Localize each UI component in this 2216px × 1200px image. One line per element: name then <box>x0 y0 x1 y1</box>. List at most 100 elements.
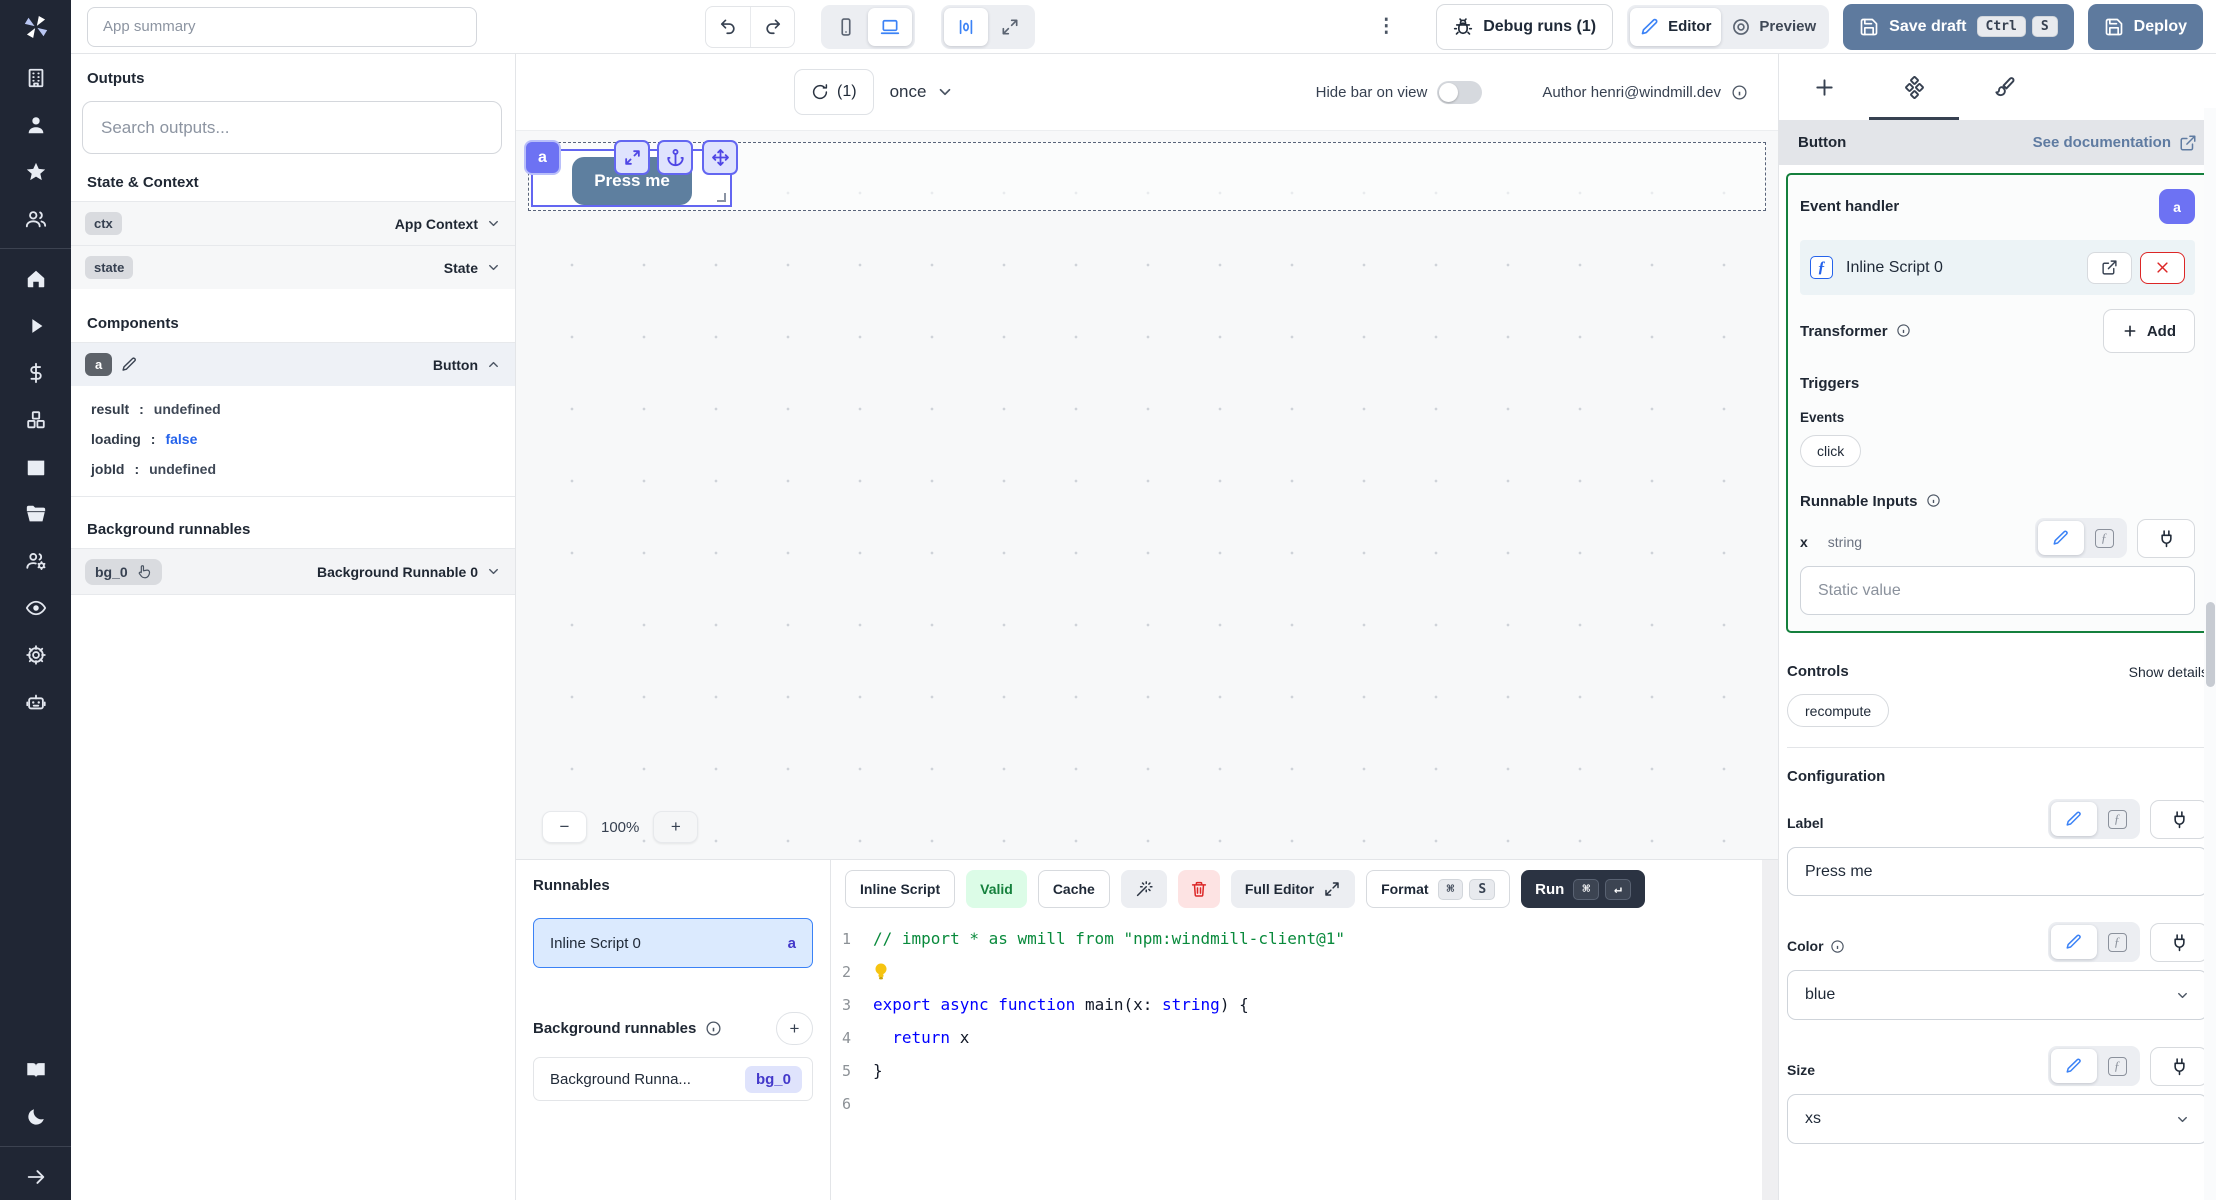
undo-button[interactable] <box>706 7 750 47</box>
recompute-pill[interactable]: recompute <box>1787 694 1890 727</box>
full-editor-button[interactable]: Full Editor <box>1230 870 1356 908</box>
component-selection-row[interactable]: a Press me <box>524 140 1766 211</box>
connect-input-button[interactable] <box>2150 800 2208 839</box>
editor-scrollbar[interactable] <box>1762 860 1778 1200</box>
delete-script-button[interactable] <box>1177 870 1220 908</box>
mobile-view-button[interactable] <box>824 8 868 46</box>
add-background-runnable-button[interactable]: + <box>776 1012 813 1045</box>
show-details-link[interactable]: Show details <box>2129 664 2208 680</box>
rename-pencil-icon[interactable] <box>121 356 138 373</box>
app-summary-input[interactable] <box>87 6 477 47</box>
see-documentation-link[interactable]: See documentation <box>2033 134 2197 152</box>
windmill-logo[interactable] <box>0 0 71 54</box>
refresh-button[interactable]: (1) <box>794 69 874 115</box>
label-value-input[interactable] <box>1787 847 2208 896</box>
static-mode-button[interactable] <box>2051 802 2097 836</box>
event-handler-script-row[interactable]: ƒ Inline Script 0 <box>1800 240 2195 295</box>
expand-component-button[interactable] <box>614 140 650 175</box>
sidebar-item-workers[interactable] <box>0 537 71 584</box>
sidebar-item-variables[interactable] <box>0 349 71 396</box>
sidebar-item-resources[interactable] <box>0 396 71 443</box>
state-row[interactable]: state State <box>71 245 515 289</box>
code-line[interactable]: 5} <box>831 1054 1778 1087</box>
format-button[interactable]: Format ⌘ S <box>1366 870 1511 908</box>
fullwidth-layout-button[interactable] <box>988 8 1032 46</box>
prop-jobid[interactable]: jobId: undefined <box>91 454 515 484</box>
info-icon[interactable] <box>1731 84 1748 101</box>
app-canvas[interactable]: a Press me − 100% + <box>516 130 1778 859</box>
language-button[interactable]: Inline Script <box>845 870 956 908</box>
centered-layout-button[interactable] <box>944 7 988 46</box>
more-menu-button[interactable]: ⋮ <box>1372 15 1400 38</box>
open-script-button[interactable] <box>2087 251 2132 284</box>
resize-handle[interactable] <box>717 193 726 202</box>
redo-button[interactable] <box>750 6 794 47</box>
code-line[interactable]: 2 <box>831 955 1778 988</box>
sidebar-item-home[interactable] <box>0 255 71 302</box>
eval-mode-button[interactable]: ƒ <box>2097 1056 2137 1076</box>
static-mode-button[interactable] <box>2038 521 2084 555</box>
sidebar-item-favorites[interactable] <box>0 148 71 195</box>
desktop-view-button[interactable] <box>868 7 912 46</box>
sidebar-item-docs[interactable] <box>0 1046 71 1093</box>
move-component-button[interactable] <box>702 140 738 175</box>
sidebar-item-audit[interactable] <box>0 584 71 631</box>
sidebar-item-groups[interactable] <box>0 195 71 242</box>
tab-insert-component[interactable] <box>1779 54 1869 120</box>
sidebar-item-folders[interactable] <box>0 490 71 537</box>
remove-script-button[interactable] <box>2140 251 2185 284</box>
static-mode-button[interactable] <box>2051 1049 2097 1083</box>
ai-wand-button[interactable] <box>1120 870 1167 908</box>
color-select[interactable]: blue <box>1787 970 2208 1020</box>
debug-runs-button[interactable]: Debug runs (1) <box>1436 3 1614 50</box>
background-runnable-item[interactable]: Background Runna... bg_0 <box>533 1057 813 1101</box>
code-line[interactable]: 3 export async function main(x: string) { <box>831 988 1778 1021</box>
eval-mode-button[interactable]: ƒ <box>2084 528 2124 548</box>
component-id-tag[interactable]: a <box>524 140 561 175</box>
run-button[interactable]: Run ⌘ ↵ <box>1521 870 1645 908</box>
zoom-out-button[interactable]: − <box>542 811 587 843</box>
connect-input-button[interactable] <box>2137 519 2195 558</box>
bg0-row[interactable]: bg_0 Background Runnable 0 <box>71 548 515 595</box>
add-transformer-button[interactable]: Add <box>2102 309 2195 353</box>
tab-styling[interactable] <box>1959 54 2049 120</box>
component-a-row[interactable]: a Button <box>71 342 515 386</box>
sidebar-item-ai[interactable] <box>0 678 71 725</box>
sidebar-item-dark-mode[interactable] <box>0 1093 71 1140</box>
connect-input-button[interactable] <box>2150 923 2208 962</box>
ctx-row[interactable]: ctx App Context <box>71 201 515 245</box>
click-event-pill[interactable]: click <box>1800 435 1862 467</box>
anchor-component-button[interactable] <box>657 140 693 175</box>
sidebar-item-settings[interactable] <box>0 631 71 678</box>
eval-mode-button[interactable]: ƒ <box>2097 932 2137 952</box>
tab-component-settings[interactable] <box>1869 54 1959 120</box>
code-editor-content[interactable]: 1 // import * as wmill from "npm:windmill… <box>831 916 1778 1200</box>
sidebar-item-runs[interactable] <box>0 302 71 349</box>
connect-input-button[interactable] <box>2150 1047 2208 1086</box>
hide-bar-toggle[interactable] <box>1437 80 1483 104</box>
deploy-button[interactable]: Deploy <box>2087 3 2203 50</box>
search-outputs-input[interactable] <box>82 101 502 154</box>
code-line[interactable]: 1 // import * as wmill from "npm:windmill… <box>831 922 1778 955</box>
scrollbar-thumb[interactable] <box>2205 602 2215 687</box>
sidebar-collapse-button[interactable] <box>0 1153 71 1200</box>
preview-tab[interactable]: Preview <box>1721 8 1826 46</box>
save-draft-button[interactable]: Save draft Ctrl S <box>1843 3 2074 50</box>
inline-script-item[interactable]: Inline Script 0 a <box>533 918 813 968</box>
cache-button[interactable]: Cache <box>1037 870 1110 908</box>
sidebar-item-user[interactable] <box>0 101 71 148</box>
prop-result[interactable]: result: undefined <box>91 394 515 424</box>
sidebar-item-workspace[interactable] <box>0 54 71 101</box>
editor-tab[interactable]: Editor <box>1630 7 1722 46</box>
prop-loading[interactable]: loading: false <box>91 424 515 454</box>
static-mode-button[interactable] <box>2051 925 2097 959</box>
code-line[interactable]: 4 return x <box>831 1021 1778 1054</box>
code-line[interactable]: 6 <box>831 1087 1778 1120</box>
static-value-input[interactable] <box>1800 566 2195 615</box>
zoom-in-button[interactable]: + <box>653 811 699 843</box>
size-select[interactable]: xs <box>1787 1094 2208 1144</box>
schedule-select[interactable]: once <box>890 82 955 102</box>
eval-mode-button[interactable]: ƒ <box>2097 809 2137 829</box>
panel-scrollbar[interactable] <box>2204 108 2216 1200</box>
sidebar-item-schedules[interactable] <box>0 443 71 490</box>
